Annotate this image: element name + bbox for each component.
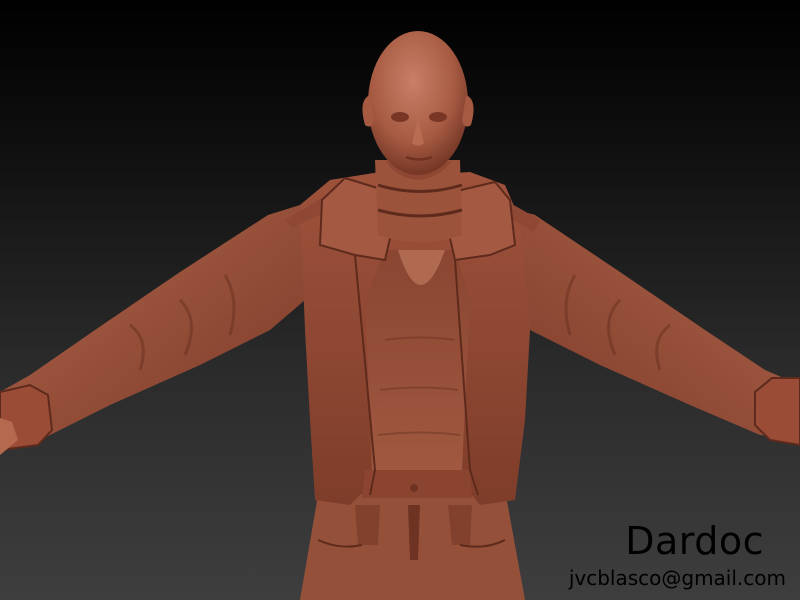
trousers [300, 490, 525, 600]
head [362, 31, 474, 180]
signature-name: Dardoc [625, 519, 764, 563]
shirt [362, 250, 472, 498]
character-render [0, 31, 800, 600]
signature-email: jvcblasco@gmail.com [568, 566, 786, 590]
render-viewport: Dardoc jvcblasco@gmail.com [0, 0, 800, 600]
right-arm [495, 205, 800, 447]
left-arm [0, 205, 305, 455]
